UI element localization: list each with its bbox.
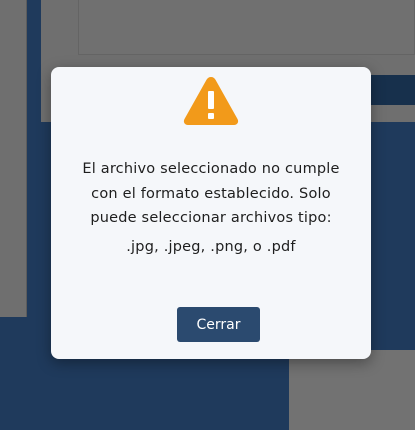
background-panel-lower — [289, 350, 415, 430]
error-message: El archivo seleccionado no cumple con el… — [65, 157, 357, 259]
error-message-line: .jpg, .jpeg, .png, o .pdf — [126, 238, 296, 255]
error-dialog: El archivo seleccionado no cumple con el… — [51, 67, 371, 359]
error-message-line: puede seleccionar archivos tipo: — [90, 210, 332, 226]
background-panel-inner — [78, 0, 415, 55]
close-button[interactable]: Cerrar — [177, 307, 260, 342]
background-header-strip — [366, 75, 415, 105]
background-panel-left — [0, 0, 27, 317]
error-message-line: con el formato establecido. Solo — [91, 185, 331, 202]
warning-triangle-icon — [183, 77, 239, 125]
error-message-line: El archivo seleccionado no cumple — [82, 161, 340, 177]
